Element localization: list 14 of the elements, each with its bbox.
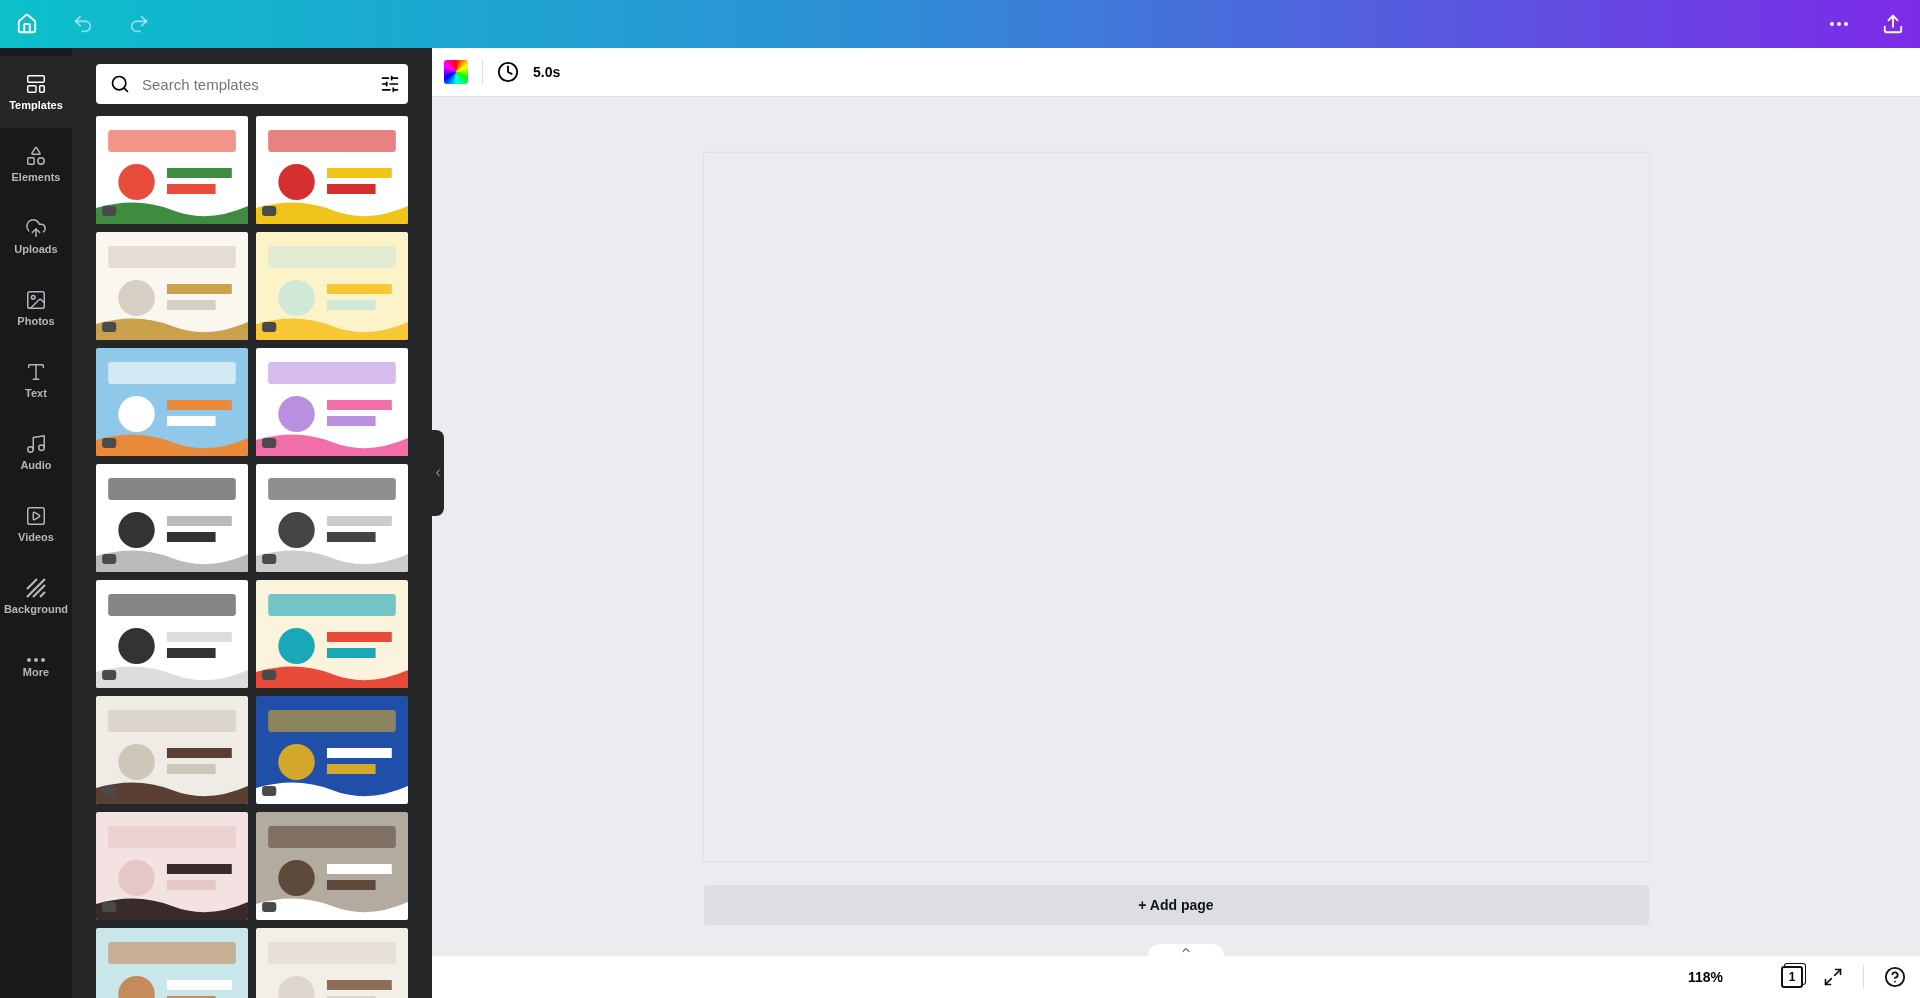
sidebar-item[interactable]: Templates	[0, 56, 72, 128]
search-field[interactable]: Search templates	[96, 64, 408, 104]
sidebar-item[interactable]: Elements	[0, 128, 72, 200]
sidebar-item[interactable]: More	[0, 632, 72, 704]
sidebar-item[interactable]: Photos	[0, 272, 72, 344]
zoom-level[interactable]: 118%	[1687, 969, 1723, 985]
page-count-button[interactable]: 1	[1781, 966, 1803, 988]
add-page-button[interactable]: + Add page	[703, 885, 1649, 925]
sidebar-item[interactable]: Videos	[0, 488, 72, 560]
sidebar-item[interactable]: Text	[0, 344, 72, 416]
sidebar-item[interactable]: Background	[0, 560, 72, 632]
duration-label[interactable]: 5.0s	[533, 64, 561, 80]
sidebar-item[interactable]: Audio	[0, 416, 72, 488]
sidebar-item[interactable]: Uploads	[0, 200, 72, 272]
